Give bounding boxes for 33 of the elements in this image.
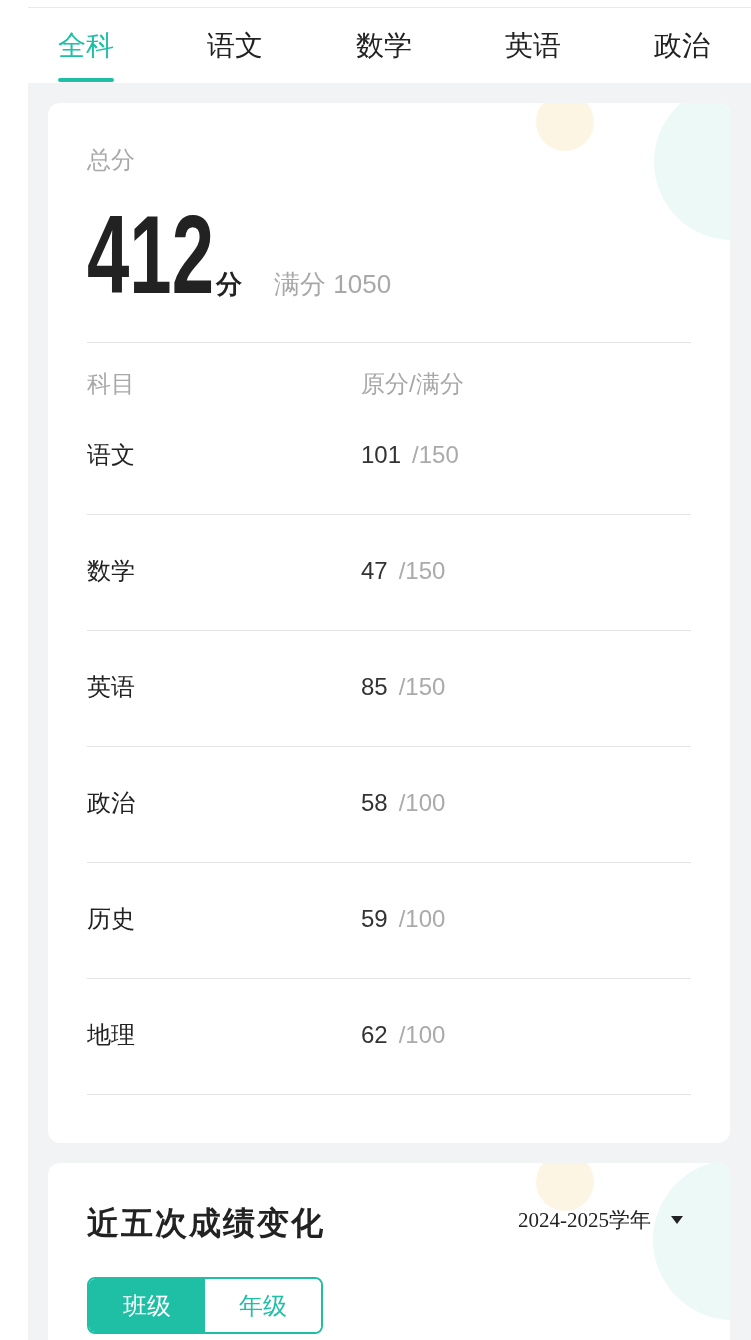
column-header: 科目 (87, 370, 135, 397)
subject-name: 政治 (87, 789, 135, 816)
subject-tab[interactable]: 数学 (356, 8, 412, 83)
subject-name: 历史 (87, 905, 135, 932)
column-header: 原分/满分 (361, 370, 464, 397)
decorative-circle (536, 1163, 594, 1211)
full-mark: /100 (398, 788, 446, 818)
raw-score: 85 (361, 672, 388, 702)
raw-score: 58 (361, 788, 388, 818)
full-mark: /150 (398, 556, 446, 586)
full-mark: /150 (398, 672, 446, 702)
decorative-circle (536, 103, 594, 151)
raw-score: 59 (361, 904, 388, 934)
full-mark: /100 (398, 904, 446, 934)
full-score: 满分 1050 (274, 268, 392, 301)
subject-tab[interactable]: 政治 (654, 8, 710, 83)
year-dropdown[interactable]: 2024-2025学年 (518, 1206, 683, 1234)
subject-name: 数学 (87, 557, 135, 584)
subject-tab[interactable]: 语文 (207, 8, 263, 83)
total-score: 412 (87, 199, 215, 311)
full-mark: /100 (398, 1020, 446, 1050)
subject-name: 英语 (87, 673, 135, 700)
subject-name: 地理 (87, 1021, 135, 1048)
full-mark: /150 (412, 440, 459, 470)
raw-score: 101 (361, 440, 402, 470)
caret-icon (671, 1216, 683, 1224)
raw-score: 62 (361, 1020, 388, 1050)
subject-name: 语文 (87, 441, 135, 468)
score-unit: 分 (216, 268, 243, 301)
total-label: 总分 (87, 145, 136, 175)
section-title: 近五次成绩变化 (87, 1205, 325, 1241)
subject-tab[interactable]: 英语 (505, 8, 561, 83)
raw-score: 47 (361, 556, 388, 586)
